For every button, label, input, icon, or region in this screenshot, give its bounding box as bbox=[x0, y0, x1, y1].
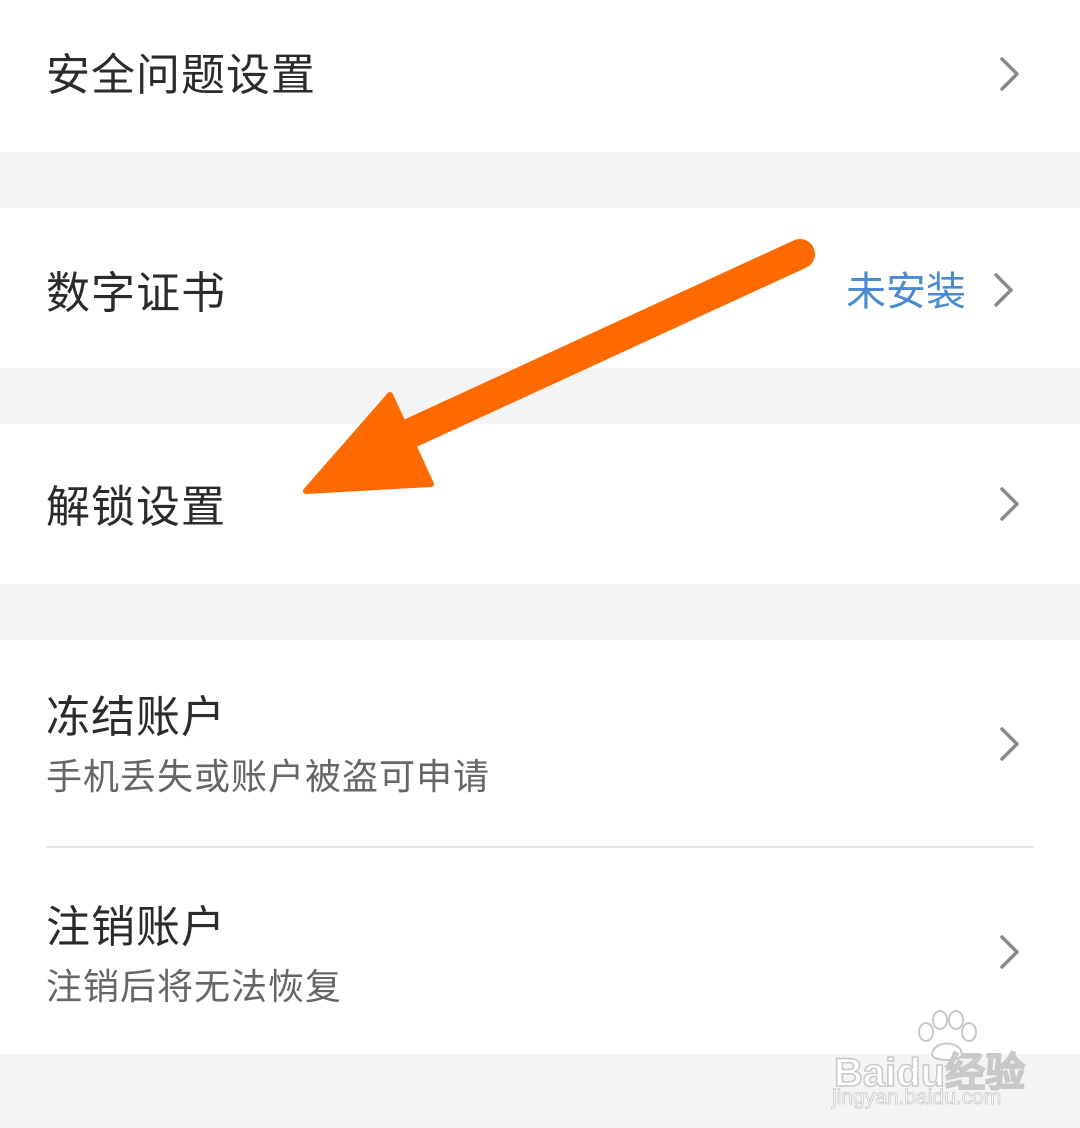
security-question-label: 安全问题设置 bbox=[46, 50, 316, 101]
digital-certificate-row[interactable]: 数字证书 未安装 bbox=[0, 208, 1080, 368]
account-security-page: 安全问题设置 数字证书 未安装 解锁设置 冻结账户 手机丢失或账户被盗可申请 注… bbox=[0, 0, 1080, 1128]
chevron-right-icon bbox=[994, 273, 1013, 307]
security-question-row[interactable]: 安全问题设置 bbox=[0, 0, 1080, 152]
digital-certificate-label: 数字证书 bbox=[46, 268, 226, 319]
cancel-account-description: 注销后将无法恢复 bbox=[46, 967, 343, 1008]
account-actions-group: 冻结账户 手机丢失或账户被盗可申请 注销账户 注销后将无法恢复 bbox=[0, 640, 1080, 1054]
chevron-right-icon bbox=[1000, 935, 1019, 969]
watermark-url: jingyan.baidu.com bbox=[832, 1086, 1002, 1110]
certificate-status-text: 未安装 bbox=[846, 269, 966, 315]
unlock-settings-row[interactable]: 解锁设置 bbox=[0, 424, 1080, 584]
chevron-right-icon bbox=[1000, 727, 1019, 761]
freeze-account-label: 冻结账户 bbox=[46, 692, 226, 743]
unlock-settings-label: 解锁设置 bbox=[46, 482, 226, 533]
freeze-account-description: 手机丢失或账户被盗可申请 bbox=[46, 757, 491, 798]
chevron-right-icon bbox=[1000, 57, 1019, 91]
chevron-right-icon bbox=[1000, 487, 1019, 521]
baidu-jingyan-watermark: Baidu经验 jingyan.baidu.com bbox=[826, 1008, 1026, 1118]
freeze-account-row[interactable]: 冻结账户 手机丢失或账户被盗可申请 bbox=[0, 640, 1080, 846]
cancel-account-label: 注销账户 bbox=[46, 902, 226, 953]
